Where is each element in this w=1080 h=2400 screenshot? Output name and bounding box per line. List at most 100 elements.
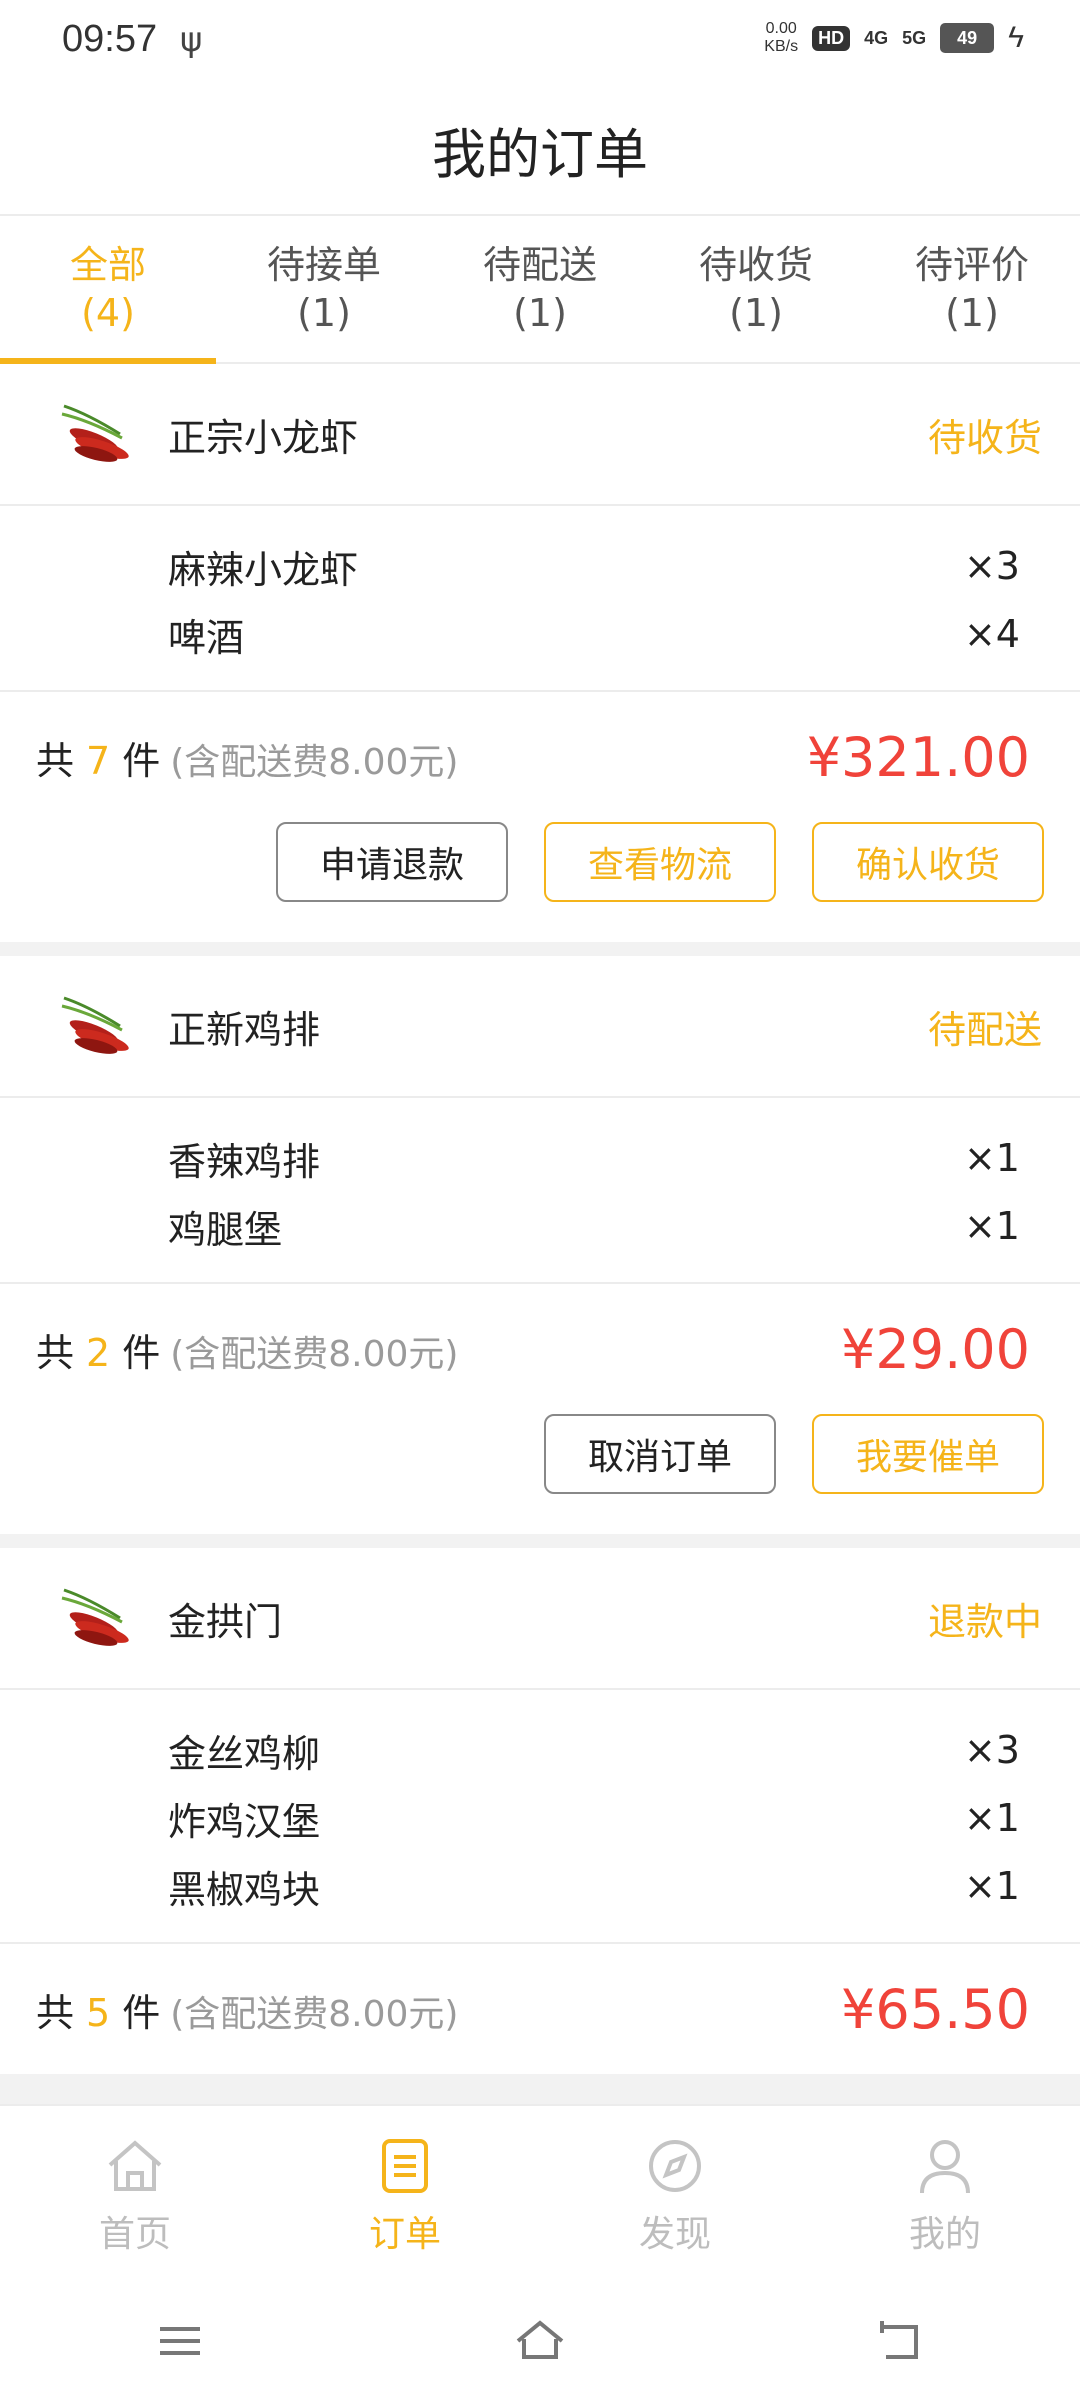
menu-icon[interactable]: [152, 2313, 208, 2369]
order-card[interactable]: 正新鸡排 待配送 香辣鸡排 ×1 鸡腿堡 ×1 共 2 件 (含配送费8.00元) ¥…: [0, 956, 1080, 1534]
order-tabs: 全部 (4) 待接单 (1) 待配送 (1) 待收货 (1) 待评价 (1): [0, 216, 1080, 364]
status-indicators: 0.00 KB/s HD 4G 5G 49 ϟ: [764, 20, 1024, 56]
order-actions: 申请退款 查看物流 确认收货: [0, 822, 1080, 942]
tab-label: 待接单: [266, 243, 381, 287]
back-icon[interactable]: [872, 2313, 928, 2369]
refund-button[interactable]: 申请退款: [276, 822, 508, 902]
page-title: 我的订单: [432, 122, 648, 186]
tab-label: 待评价: [914, 243, 1029, 287]
nav-label: 我的: [908, 2214, 981, 2255]
tab-pending-review[interactable]: 待评价 (1): [864, 216, 1080, 362]
order-icon: [382, 2139, 428, 2193]
total-suffix: 件: [122, 738, 161, 783]
tab-pending-delivery[interactable]: 待配送 (1): [432, 216, 648, 362]
order-card[interactable]: 金拱门 退款中 金丝鸡柳 ×3 炸鸡汉堡 ×1 黑椒鸡块 ×1 共 5 件 (含配送费…: [0, 1548, 1080, 2074]
item-name: 麻辣小龙虾: [168, 547, 359, 592]
shop-row[interactable]: 正新鸡排 待配送: [0, 956, 1080, 1098]
signal-4g-icon: 4G: [864, 27, 889, 48]
tab-label: 全部: [69, 243, 146, 287]
tab-label: 待收货: [698, 243, 813, 287]
order-item: 香辣鸡排 ×1: [0, 1124, 1080, 1192]
order-total-count: 共 5 件 (含配送费8.00元): [36, 1982, 458, 2037]
shop-name: 正宗小龙虾: [168, 415, 359, 460]
order-price: ¥29.00: [841, 1317, 1030, 1381]
total-suffix: 件: [122, 1330, 161, 1375]
delivery-fee-note: (含配送费8.00元): [170, 1333, 459, 1375]
urge-order-button[interactable]: 我要催单: [812, 1414, 1044, 1494]
item-count: 2: [86, 1330, 111, 1375]
delivery-fee-note: (含配送费8.00元): [170, 741, 459, 783]
tab-count: (1): [513, 291, 567, 335]
item-qty: ×1: [963, 1864, 1020, 1908]
item-name: 黑椒鸡块: [168, 1867, 321, 1912]
tab-count: (4): [81, 291, 135, 335]
nav-orders[interactable]: 订单: [270, 2106, 540, 2284]
item-qty: ×3: [963, 544, 1020, 588]
order-card[interactable]: 正宗小龙虾 待收货 麻辣小龙虾 ×3 啤酒 ×4 共 7 件 (含配送费8.00元) …: [0, 364, 1080, 942]
order-status: 退款中: [927, 1599, 1042, 1644]
home-nav-icon[interactable]: [512, 2313, 568, 2369]
order-items: 金丝鸡柳 ×3 炸鸡汉堡 ×1 黑椒鸡块 ×1: [0, 1690, 1080, 1944]
order-item: 黑椒鸡块 ×1: [0, 1852, 1080, 1920]
total-prefix: 共: [36, 738, 75, 783]
nav-label: 订单: [368, 2214, 441, 2255]
tab-count: (1): [297, 291, 351, 335]
tab-pending-receipt[interactable]: 待收货 (1): [648, 216, 864, 362]
track-logistics-button[interactable]: 查看物流: [544, 822, 776, 902]
item-qty: ×1: [963, 1204, 1020, 1248]
item-qty: ×3: [963, 1728, 1020, 1772]
order-list: 正宗小龙虾 待收货 麻辣小龙虾 ×3 啤酒 ×4 共 7 件 (含配送费8.00元) …: [0, 364, 1080, 2088]
status-bar: 09:57 ψ 0.00 KB/s HD 4G 5G 49 ϟ: [0, 0, 1080, 84]
order-price: ¥321.00: [806, 725, 1030, 789]
shop-row[interactable]: 金拱门 退款中: [0, 1548, 1080, 1690]
order-summary: 共 7 件 (含配送费8.00元) ¥321.00: [0, 692, 1080, 822]
order-summary: 共 5 件 (含配送费8.00元) ¥65.50: [0, 1944, 1080, 2074]
shop-name: 正新鸡排: [168, 1007, 321, 1052]
signal-5g-icon: 5G: [902, 27, 927, 48]
order-status: 待配送: [927, 1007, 1042, 1052]
order-item: 麻辣小龙虾 ×3: [0, 532, 1080, 600]
order-items: 香辣鸡排 ×1 鸡腿堡 ×1: [0, 1098, 1080, 1284]
bottom-nav: 首页 订单 发现 我的: [0, 2104, 1080, 2284]
charging-icon: ϟ: [1008, 21, 1024, 54]
network-speed-value: 0.00: [765, 20, 797, 37]
delivery-fee-note: (含配送费8.00元): [170, 1993, 459, 2035]
order-total-count: 共 2 件 (含配送费8.00元): [36, 1322, 458, 1377]
order-price: ¥65.50: [841, 1977, 1030, 2041]
network-speed: 0.00 KB/s: [764, 20, 798, 56]
tab-all[interactable]: 全部 (4): [0, 216, 216, 364]
nav-profile[interactable]: 我的: [810, 2106, 1080, 2284]
order-status: 待收货: [927, 415, 1042, 460]
shop-logo-icon: [61, 404, 129, 462]
shop-row[interactable]: 正宗小龙虾 待收货: [0, 364, 1080, 506]
tab-count: (1): [729, 291, 783, 335]
home-icon: [108, 2140, 162, 2191]
total-prefix: 共: [36, 1330, 75, 1375]
item-name: 炸鸡汉堡: [168, 1799, 321, 1844]
total-prefix: 共: [36, 1990, 75, 2035]
item-qty: ×4: [963, 612, 1020, 656]
item-name: 香辣鸡排: [168, 1139, 321, 1184]
total-suffix: 件: [122, 1990, 161, 2035]
nav-label: 发现: [638, 2214, 711, 2255]
system-nav-bar: [0, 2282, 1080, 2400]
cancel-order-button[interactable]: 取消订单: [544, 1414, 776, 1494]
nav-label: 首页: [98, 2214, 171, 2255]
item-qty: ×1: [963, 1136, 1020, 1180]
compass-icon: [649, 2140, 701, 2192]
order-actions: 取消订单 我要催单: [0, 1414, 1080, 1534]
order-items: 麻辣小龙虾 ×3 啤酒 ×4: [0, 506, 1080, 692]
item-qty: ×1: [963, 1796, 1020, 1840]
order-summary: 共 2 件 (含配送费8.00元) ¥29.00: [0, 1284, 1080, 1414]
nav-discover[interactable]: 发现: [540, 2106, 810, 2284]
order-item: 啤酒 ×4: [0, 600, 1080, 668]
tab-pending-accept[interactable]: 待接单 (1): [216, 216, 432, 362]
shop-name: 金拱门: [168, 1599, 283, 1644]
nav-home[interactable]: 首页: [0, 2106, 270, 2284]
network-speed-unit: KB/s: [764, 38, 799, 55]
item-name: 啤酒: [168, 615, 245, 660]
tab-count: (1): [945, 291, 999, 335]
confirm-receipt-button[interactable]: 确认收货: [812, 822, 1044, 902]
battery-icon: 49: [940, 23, 995, 53]
status-time: 09:57: [62, 18, 158, 60]
